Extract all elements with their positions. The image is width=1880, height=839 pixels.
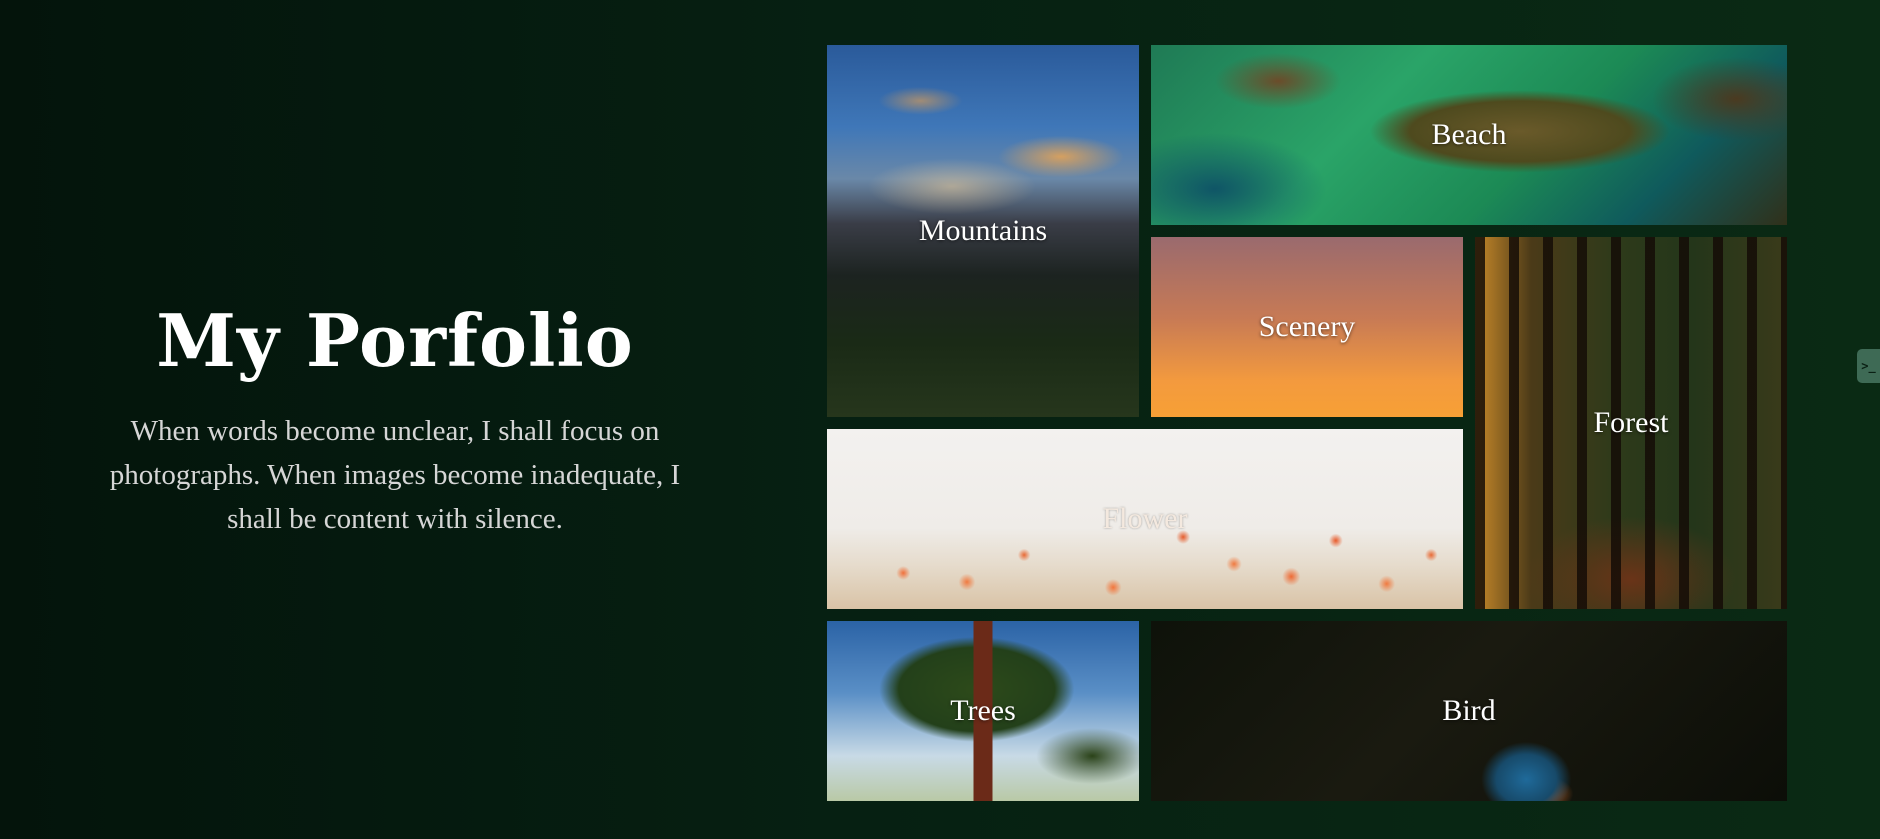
tile-label: Beach (1431, 118, 1507, 151)
tile-label: Flower (1102, 502, 1188, 535)
gallery-tile-trees[interactable]: Trees (827, 621, 1139, 801)
terminal-chevron-icon: >_ (1861, 359, 1876, 373)
gallery-tile-flower[interactable]: Flower (827, 429, 1463, 609)
intro-description: When words become unclear, I shall focus… (109, 415, 681, 535)
side-panel-toggle-button[interactable]: >_ (1857, 349, 1880, 383)
tile-label: Bird (1442, 694, 1496, 727)
page-title: My Porfolio (156, 298, 634, 383)
tile-label: Trees (950, 694, 1016, 727)
gallery-tile-forest[interactable]: Forest (1475, 237, 1787, 609)
tile-label: Forest (1593, 406, 1669, 439)
intro-section: My Porfolio When words become unclear, I… (0, 0, 790, 839)
gallery-tile-scenery[interactable]: Scenery (1151, 237, 1463, 417)
tile-label: Scenery (1258, 310, 1356, 343)
gallery-tile-bird[interactable]: Bird (1151, 621, 1787, 801)
gallery-tile-beach[interactable]: Beach (1151, 45, 1787, 225)
gallery-tile-mountains[interactable]: Mountains (827, 45, 1139, 417)
tile-label: Mountains (918, 214, 1048, 247)
